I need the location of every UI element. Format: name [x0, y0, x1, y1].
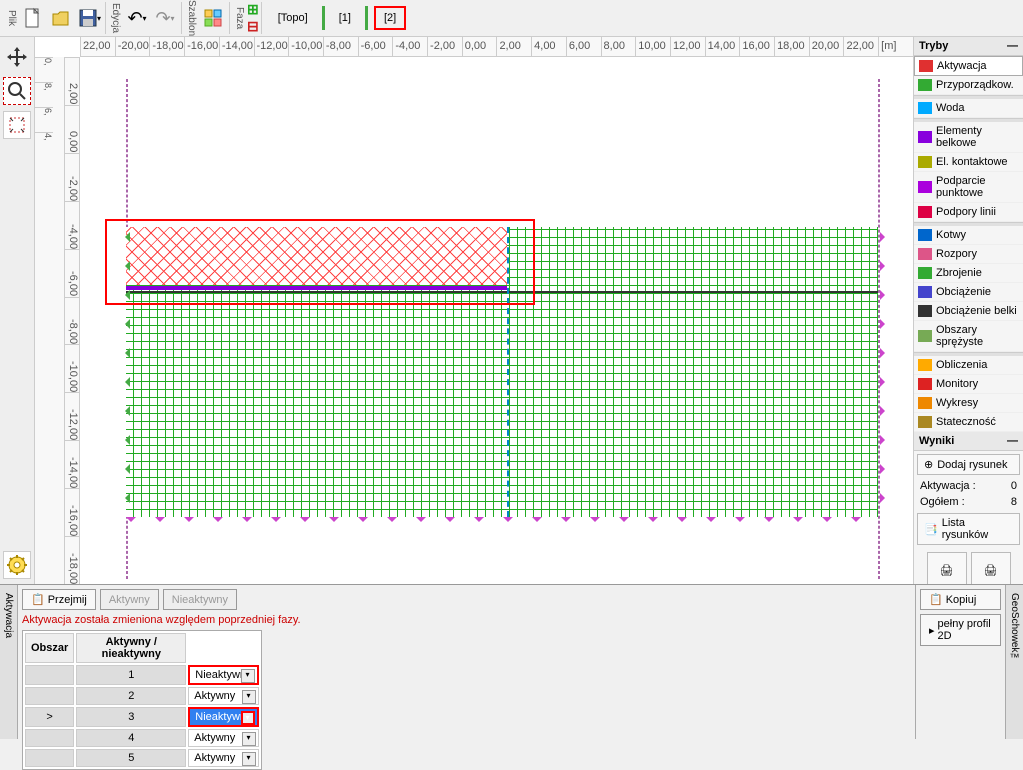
mode-monitory[interactable]: Monitory [914, 375, 1023, 394]
horizontal-ruler: 22,00-20,00-18,00-16,00-14,00-12,00-10,0… [80, 37, 913, 57]
mode-icon [918, 156, 932, 168]
status-message: Aktywacja została zmieniona względem pop… [22, 614, 911, 626]
open-file-button[interactable] [47, 4, 75, 32]
copy-button[interactable]: 📋 Kopiuj [920, 589, 1001, 610]
phase-2[interactable]: [2] [374, 6, 406, 30]
mode-icon [918, 416, 932, 428]
mode-icon [919, 60, 933, 72]
zoom-tool[interactable] [3, 77, 31, 105]
mode-elkontaktowe[interactable]: El. kontaktowe [914, 153, 1023, 172]
selection-highlight [105, 219, 535, 305]
mode-wykresy[interactable]: Wykresy [914, 394, 1023, 413]
mode-icon [918, 131, 932, 143]
mode-icon [918, 102, 932, 114]
mode-aktywacja[interactable]: Aktywacja [914, 56, 1023, 76]
mode-icon [918, 229, 932, 241]
mode-icon [918, 359, 932, 371]
drawing-list-button[interactable]: 📑 Lista rysunków [917, 513, 1020, 545]
set-inactive-button[interactable]: Nieaktywny [163, 589, 237, 610]
vertical-ruler: 2,000,00-2,00-4,00-6,00-8,00-10,00-12,00… [65, 57, 80, 584]
print-color-button[interactable]: 🖨 [971, 552, 1011, 584]
mode-zbrojenie[interactable]: Zbrojenie [914, 264, 1023, 283]
mode-podparciepunktowe[interactable]: Podparcie punktowe [914, 172, 1023, 203]
mode-icon [918, 378, 932, 390]
mode-icon [918, 286, 932, 298]
table-row[interactable]: 2Aktywny▾ [25, 687, 259, 705]
mode-icon [918, 206, 932, 218]
take-over-button[interactable]: 📋 Przejmij [22, 589, 96, 610]
main-toolbar: Plik ▾ Edycja ↶▾ ↷▾ Szablon Faza ⊞ ⊟ [To… [0, 0, 1023, 37]
left-toolbox [0, 37, 35, 584]
minimize-modes-button[interactable]: — [1007, 40, 1018, 52]
results-header: Wyniki [919, 435, 954, 447]
dropdown-arrow-icon[interactable]: ▾ [242, 752, 256, 766]
geoclipboard-tab[interactable]: GeoSchowek™ [1005, 585, 1023, 739]
table-row[interactable]: 1Nieaktywny▾ [25, 665, 259, 685]
mode-kotwy[interactable]: Kotwy [914, 226, 1023, 245]
dropdown-arrow-icon[interactable]: ▾ [242, 732, 256, 746]
minimize-results-button[interactable]: — [1007, 435, 1018, 447]
edit-label: Edycja [108, 1, 123, 35]
move-tool[interactable] [3, 43, 31, 71]
mode-icon [918, 305, 932, 317]
undo-button[interactable]: ↶▾ [123, 4, 151, 32]
mode-obszaryspryste[interactable]: Obszary sprężyste [914, 321, 1023, 352]
add-phase-button[interactable]: ⊞ [247, 1, 259, 18]
template-label: Szablon [184, 0, 199, 38]
activation-tab[interactable]: Aktywacja [0, 585, 18, 739]
mode-rozpory[interactable]: Rozpory [914, 245, 1023, 264]
mode-icon [918, 330, 932, 342]
mode-obliczenia[interactable]: Obliczenia [914, 356, 1023, 375]
file-label: Plik [4, 8, 19, 28]
mode-icon [918, 397, 932, 409]
template-button[interactable] [199, 4, 227, 32]
full-profile-button[interactable]: ▸ pełny profil 2D [920, 614, 1001, 646]
drawing-canvas[interactable]: 22,00-20,00-18,00-16,00-14,00-12,00-10,0… [35, 37, 913, 584]
dropdown-arrow-icon[interactable]: ▾ [242, 690, 256, 704]
new-file-button[interactable] [19, 4, 47, 32]
mode-obcieniebelki[interactable]: Obciążenie belki [914, 302, 1023, 321]
mode-przyporzdkow[interactable]: Przyporządkow. [914, 76, 1023, 95]
phase-1[interactable]: [1] [331, 8, 359, 28]
modes-header: Tryby [919, 40, 948, 52]
table-row[interactable]: >3Nieaktywny▾ [25, 707, 259, 727]
phase-topo[interactable]: [Topo] [270, 8, 316, 28]
mode-podporylinii[interactable]: Podpory linii [914, 203, 1023, 222]
set-active-button[interactable]: Aktywny [100, 589, 159, 610]
print-bw-button[interactable]: 🖨 [927, 552, 967, 584]
regions-table[interactable]: ObszarAktywny / nieaktywny 1Nieaktywny▾2… [22, 630, 262, 770]
fit-tool[interactable] [3, 111, 31, 139]
mode-elementybelkowe[interactable]: Elementy belkowe [914, 122, 1023, 153]
modes-panel: Tryby — AktywacjaPrzyporządkow. Woda Elemen… [913, 37, 1023, 584]
bottom-panel: Aktywacja 📋 Przejmij Aktywny Nieaktywny … [0, 584, 1023, 739]
mode-icon [918, 79, 932, 91]
add-drawing-button[interactable]: ⊕ Dodaj rysunek [917, 454, 1020, 475]
mode-obcienie[interactable]: Obciążenie [914, 283, 1023, 302]
phase-label: Faza [232, 5, 247, 31]
redo-button[interactable]: ↷▾ [151, 4, 179, 32]
table-row[interactable]: 5Aktywny▾ [25, 749, 259, 767]
table-row[interactable]: 4Aktywny▾ [25, 729, 259, 747]
mode-icon [918, 181, 932, 193]
mode-icon [918, 248, 932, 260]
mode-stateczno[interactable]: Stateczność [914, 413, 1023, 432]
remove-phase-button[interactable]: ⊟ [247, 18, 259, 35]
dropdown-arrow-icon[interactable]: ▾ [241, 711, 255, 725]
save-button[interactable]: ▾ [75, 4, 103, 32]
mode-woda[interactable]: Woda [914, 99, 1023, 118]
dropdown-arrow-icon[interactable]: ▾ [241, 669, 255, 683]
mode-icon [918, 267, 932, 279]
settings-button[interactable] [3, 551, 31, 579]
